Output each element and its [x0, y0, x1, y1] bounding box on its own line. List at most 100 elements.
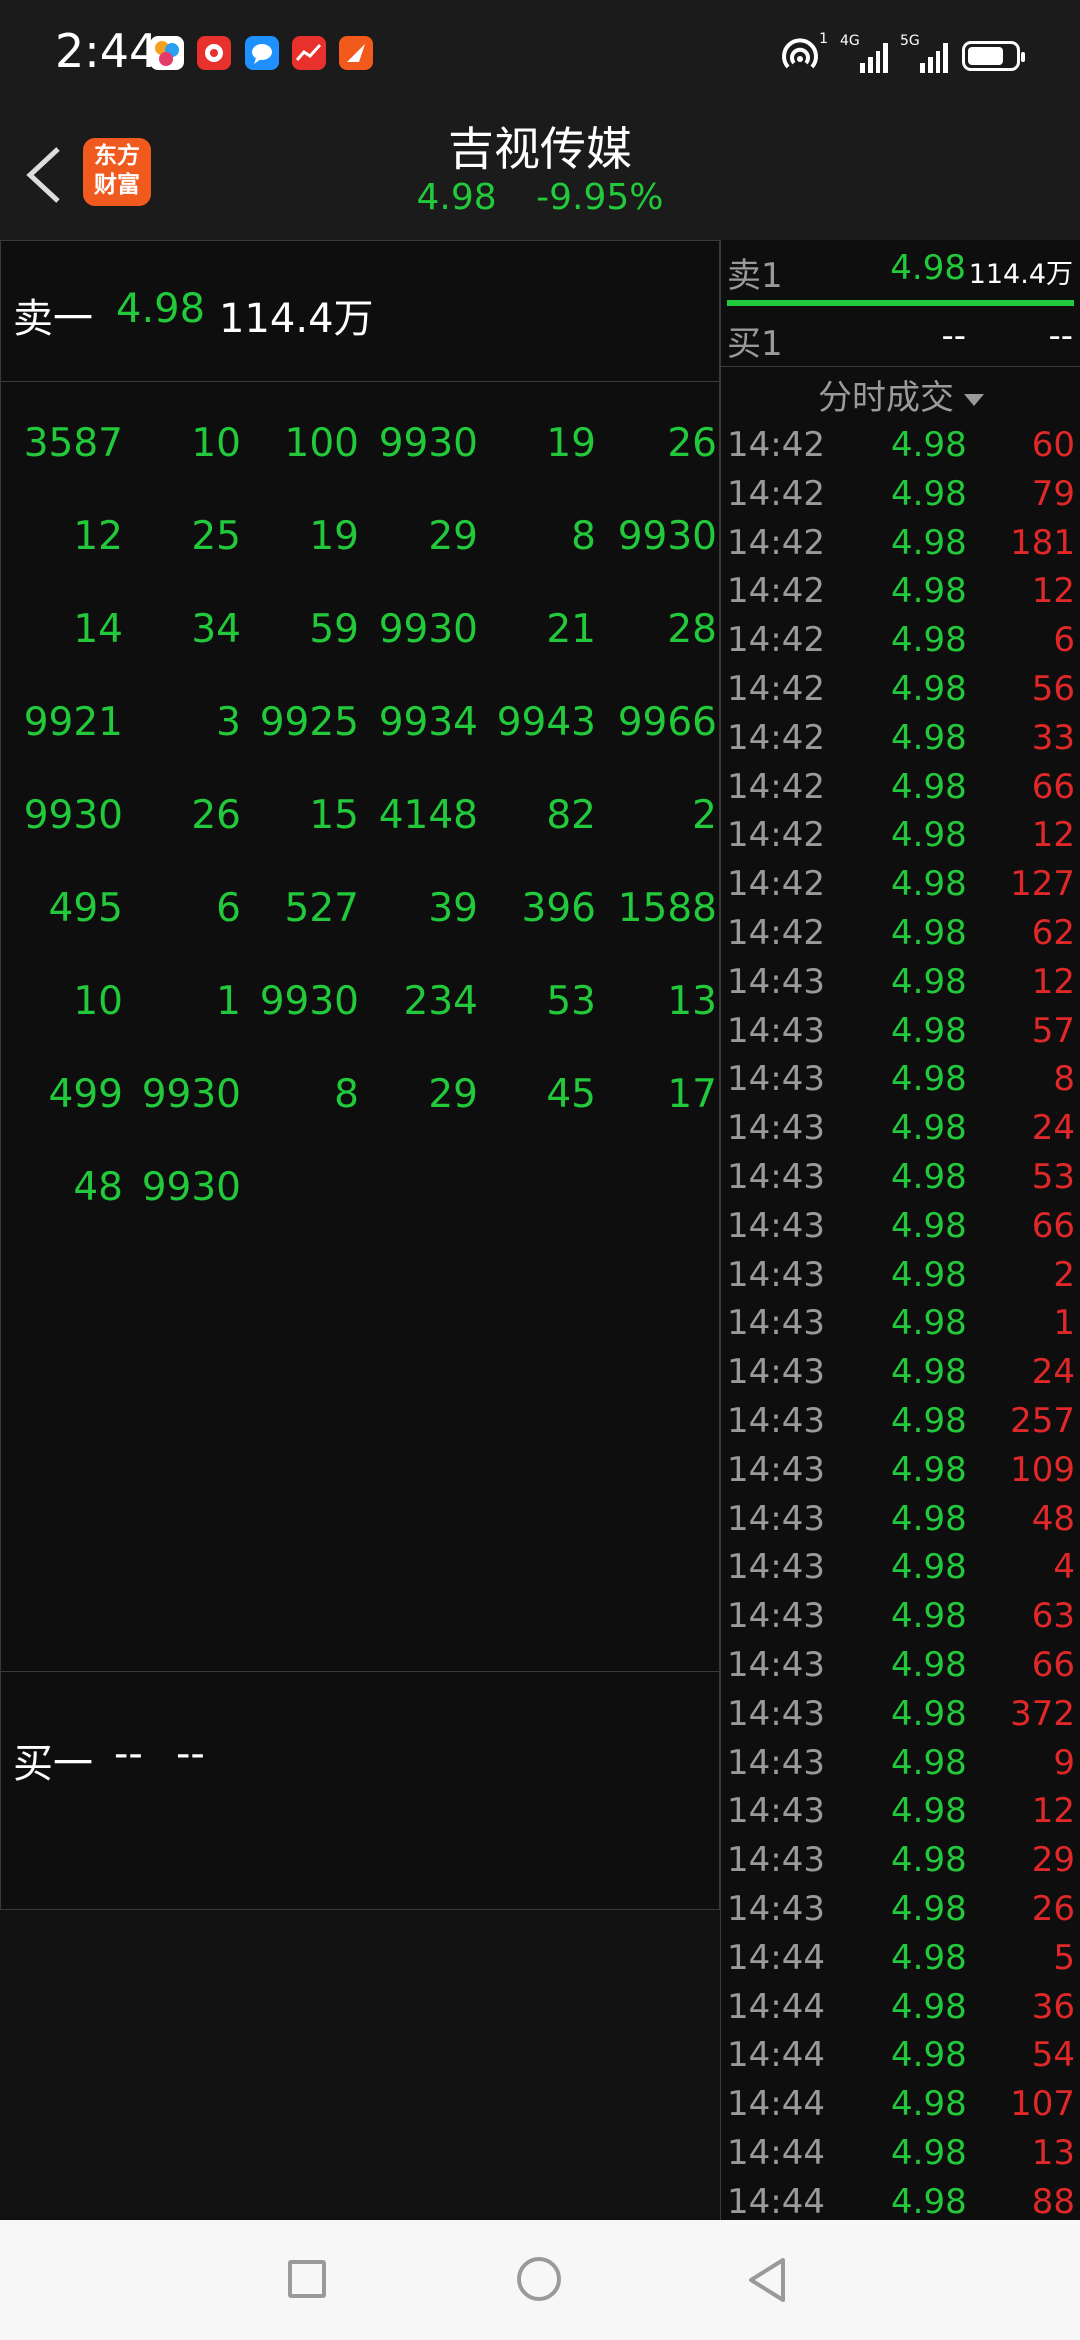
queue-order-volume: 19 [546, 421, 596, 466]
trade-price: 4.98 [891, 1059, 967, 1100]
queue-order-volume: 28 [667, 607, 717, 652]
queue-order-volume: 9930 [259, 979, 359, 1024]
queue-order-volume: 3 [216, 700, 241, 745]
queue-order-volume: 9930 [141, 1165, 241, 1210]
queue-order-volume: 48 [73, 1165, 123, 1210]
trade-row: 14:43 4.98 9 [721, 1741, 1080, 1790]
trade-row: 14:43 4.98 12 [721, 1789, 1080, 1838]
trade-time: 14:44 [727, 2132, 825, 2173]
trade-time: 14:43 [727, 1010, 825, 1051]
trade-row: 14:42 4.98 127 [721, 862, 1080, 911]
trade-vol: 107 [1010, 2084, 1075, 2125]
trade-row: 14:43 4.98 257 [721, 1399, 1080, 1448]
queue-order-volume: 34 [191, 607, 241, 652]
trade-time: 14:43 [727, 1449, 825, 1490]
trade-panel: 卖1 4.98 114.4万 买1 -- -- 分时成交 14:42 4.98 60… [720, 240, 1080, 2222]
trade-row: 14:44 4.98 54 [721, 2033, 1080, 2082]
trade-row: 14:43 4.98 24 [721, 1350, 1080, 1399]
queue-order-volume: 82 [546, 793, 596, 838]
trade-vol: 66 [1031, 1205, 1075, 1246]
queue-order-volume: 9930 [378, 421, 478, 466]
buy1-price: -- [941, 316, 966, 356]
sell-one-price: 4.98 [116, 286, 206, 332]
trade-time: 14:43 [727, 1205, 825, 1246]
sell-one-label: 卖一 [13, 296, 93, 342]
queue-order-volume: 9943 [496, 700, 596, 745]
recent-apps-button[interactable] [288, 2260, 326, 2298]
trade-price: 4.98 [891, 1986, 967, 2027]
sell-one-row: 卖一 4.98 114.4万 [1, 241, 719, 382]
battery-icon [962, 41, 1025, 71]
trade-time: 14:43 [727, 1791, 825, 1832]
trade-vol: 60 [1031, 425, 1075, 465]
queue-order-volume: 8 [334, 1072, 359, 1117]
trade-price: 4.98 [891, 1010, 967, 1051]
trade-vol: 66 [1031, 1644, 1075, 1685]
trade-time: 14:42 [727, 717, 825, 758]
trade-time: 14:43 [727, 1059, 825, 1100]
home-button[interactable] [517, 2257, 561, 2301]
trade-time: 14:44 [727, 2181, 825, 2222]
back-nav-button[interactable] [745, 2256, 789, 2308]
trade-time: 14:44 [727, 2084, 825, 2125]
status-bar: 2:44 1 4G 5G [0, 0, 1080, 105]
queue-order-volume: 9930 [378, 607, 478, 652]
trade-row: 14:42 4.98 12 [721, 569, 1080, 618]
trade-time: 14:43 [727, 1888, 825, 1929]
trade-row: 14:43 4.98 8 [721, 1057, 1080, 1106]
trade-price: 4.98 [891, 1156, 967, 1197]
queue-order-volume: 15 [309, 793, 359, 838]
trade-row: 14:43 4.98 24 [721, 1106, 1080, 1155]
trade-price: 4.98 [891, 1840, 967, 1881]
trade-time: 14:43 [727, 961, 825, 1002]
trade-vol: 127 [1010, 864, 1075, 905]
trades-header-label: 分时成交 [818, 378, 954, 418]
hotspot-icon: 1 [780, 31, 828, 73]
trade-vol: 257 [1010, 1400, 1075, 1441]
queue-order-volume: 4148 [378, 793, 478, 838]
trade-vol: 66 [1031, 766, 1075, 807]
queue-order-volume: 13 [667, 979, 717, 1024]
status-time: 2:44 [55, 24, 159, 78]
trade-row: 14:42 4.98 6 [721, 618, 1080, 667]
trade-vol: 24 [1031, 1108, 1075, 1149]
queue-order-volume: 26 [667, 421, 717, 466]
queue-order-volume: 9930 [617, 514, 717, 559]
trade-price: 4.98 [891, 425, 967, 465]
queue-order-volume: 17 [667, 1072, 717, 1117]
trade-price: 4.98 [891, 1693, 967, 1734]
trade-price: 4.98 [891, 1742, 967, 1783]
trade-time: 14:42 [727, 425, 825, 465]
trade-row: 14:43 4.98 63 [721, 1594, 1080, 1643]
queue-order-volume: 9921 [23, 700, 123, 745]
trade-vol: 12 [1031, 815, 1075, 856]
queue-order-volume: 9925 [259, 700, 359, 745]
trade-time: 14:42 [727, 522, 825, 563]
trade-time: 14:43 [727, 1254, 825, 1295]
queue-order-volume: 8 [571, 514, 596, 559]
queue-order-volume: 495 [48, 886, 123, 931]
trade-vol: 63 [1031, 1596, 1075, 1637]
trade-time: 14:43 [727, 1352, 825, 1393]
queue-order-volume: 1 [216, 979, 241, 1024]
order-book-buy1: 买1 -- -- [721, 308, 1080, 368]
trade-time: 14:43 [727, 1742, 825, 1783]
queue-order-volume: 396 [521, 886, 596, 931]
trade-time: 14:42 [727, 864, 825, 905]
trade-price: 4.98 [891, 815, 967, 856]
sell-one-volume: 114.4万 [219, 296, 374, 342]
trade-vol: 8 [1053, 1059, 1075, 1100]
trades-header-dropdown[interactable]: 分时成交 [721, 370, 1080, 420]
trade-vol: 26 [1031, 1888, 1075, 1929]
buy-one-label: 买一 [13, 1741, 93, 1787]
trade-vol: 2 [1053, 1254, 1075, 1295]
trade-vol: 181 [1010, 522, 1075, 563]
trade-row: 14:42 4.98 66 [721, 765, 1080, 814]
trade-vol: 29 [1031, 1840, 1075, 1881]
trade-price: 4.98 [891, 1400, 967, 1441]
trade-vol: 12 [1031, 1791, 1075, 1832]
header: 东方 财富 吉视传媒 4.98 -9.95% [0, 105, 1080, 240]
trade-time: 14:43 [727, 1693, 825, 1734]
trade-vol: 6 [1053, 620, 1075, 661]
trades-list[interactable]: 14:42 4.98 60 14:42 4.98 79 14:42 4.98 181 14:42 4… [721, 423, 1080, 2228]
